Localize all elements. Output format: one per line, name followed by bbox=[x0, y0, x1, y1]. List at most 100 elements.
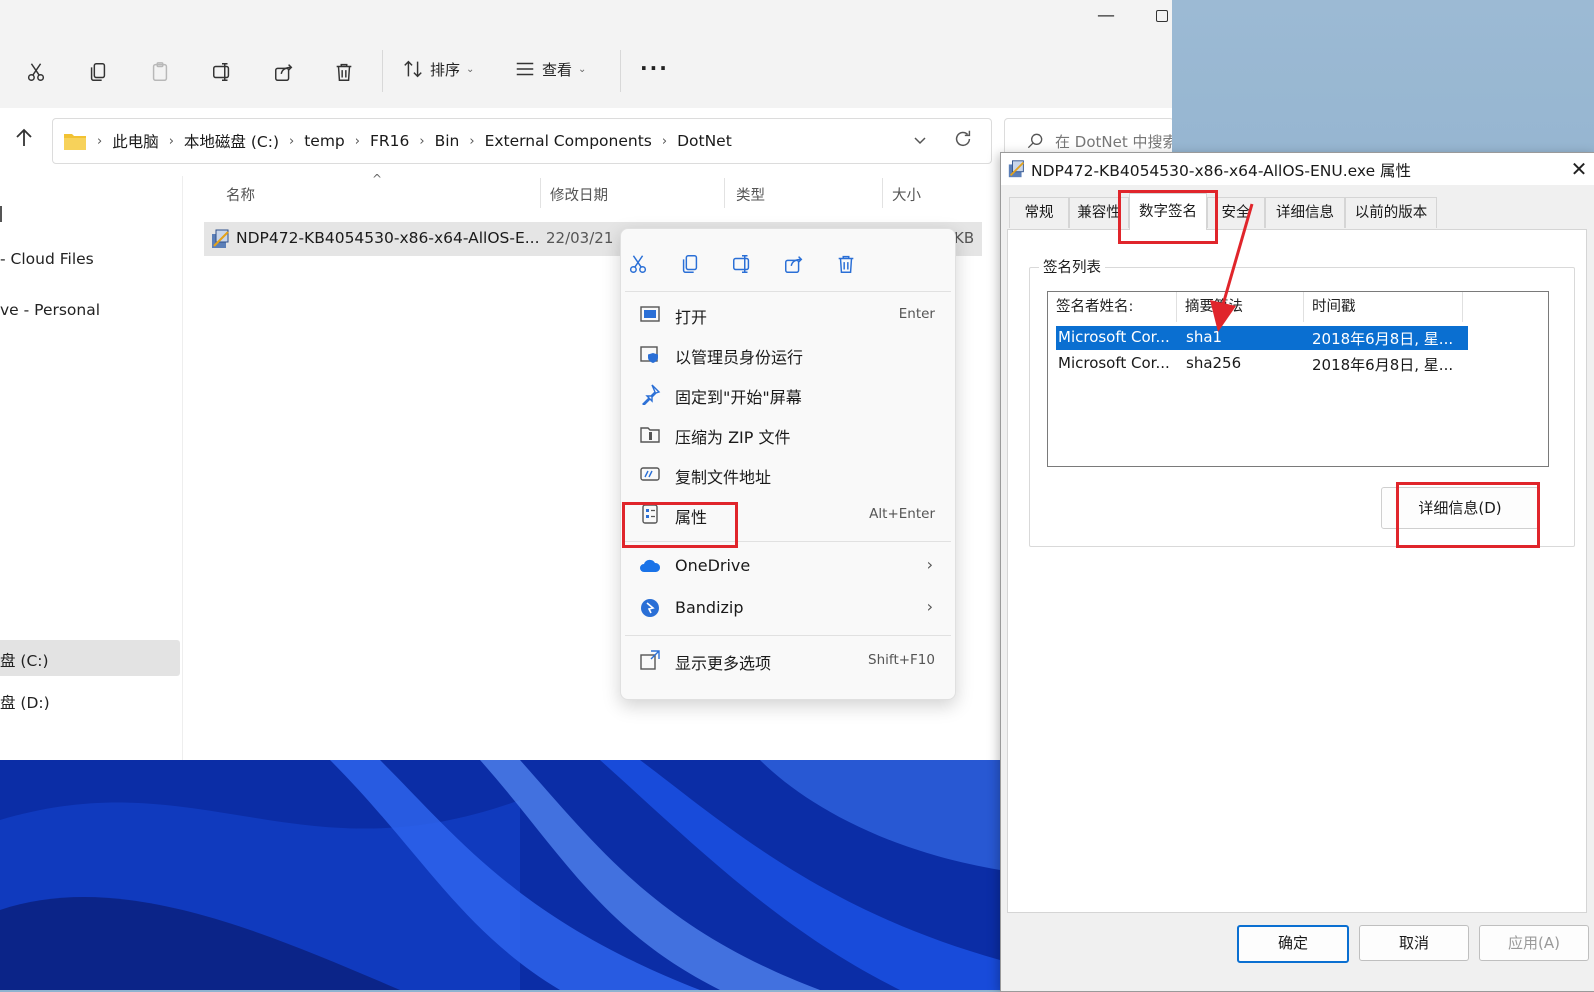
nav-item-onedrive-personal[interactable]: ve - Personal bbox=[0, 301, 100, 319]
delete-button[interactable] bbox=[326, 54, 362, 90]
menu-item-copy-path[interactable]: 复制文件地址 bbox=[621, 455, 955, 493]
breadcrumb-item[interactable]: DotNet bbox=[677, 132, 732, 150]
chevron-down-icon[interactable] bbox=[912, 132, 928, 148]
up-arrow-icon[interactable] bbox=[12, 126, 36, 150]
ok-button[interactable]: 确定 bbox=[1237, 925, 1349, 963]
menu-item-pin-to-start[interactable]: 固定到"开始"屏幕 bbox=[621, 375, 955, 413]
signature-row[interactable]: Microsoft Cor... sha1 2018年6月8日, 星... bbox=[1055, 325, 1469, 351]
column-header-date[interactable]: 修改日期 bbox=[550, 184, 608, 205]
breadcrumb-separator: › bbox=[661, 133, 668, 149]
folder-icon bbox=[64, 134, 86, 150]
breadcrumb-item[interactable]: 本地磁盘 (C:) bbox=[184, 130, 279, 152]
breadcrumb-item[interactable]: temp bbox=[304, 132, 345, 150]
copy-path-icon bbox=[640, 467, 660, 481]
cut-button[interactable] bbox=[18, 54, 54, 90]
paste-button[interactable] bbox=[142, 54, 178, 90]
view-button[interactable]: 查看 ⌄ bbox=[514, 58, 586, 80]
chevron-down-icon: ⌄ bbox=[466, 63, 475, 75]
menu-item-open[interactable]: 打开 Enter bbox=[621, 295, 955, 333]
breadcrumb-item[interactable]: External Components bbox=[485, 132, 652, 150]
minimize-button[interactable]: — bbox=[1092, 2, 1120, 30]
context-menu: 打开 Enter 以管理员身份运行 固定到"开始"屏幕 压缩为 ZIP 文件 复… bbox=[620, 228, 956, 700]
tab-previous-versions[interactable]: 以前的版本 bbox=[1345, 197, 1437, 228]
search-icon bbox=[1027, 133, 1043, 149]
installer-file-icon bbox=[1008, 160, 1025, 178]
copy-button[interactable] bbox=[80, 54, 116, 90]
breadcrumb-item[interactable]: FR16 bbox=[370, 132, 409, 150]
tab-compatibility[interactable]: 兼容性 bbox=[1069, 197, 1129, 228]
menu-item-label: Bandizip bbox=[675, 598, 744, 617]
nav-item-drive-c[interactable]: 盘 (C:) bbox=[0, 649, 49, 671]
ctx-share-button[interactable] bbox=[781, 251, 807, 277]
breadcrumb-separator: › bbox=[354, 133, 360, 149]
cancel-button[interactable]: 取消 bbox=[1359, 925, 1469, 961]
view-label: 查看 bbox=[542, 60, 573, 79]
rename-icon bbox=[213, 63, 230, 81]
column-header-type[interactable]: 类型 bbox=[736, 184, 765, 205]
breadcrumb-item[interactable]: 此电脑 bbox=[112, 130, 159, 152]
menu-item-onedrive[interactable]: OneDrive › bbox=[621, 547, 955, 585]
digest-algorithm: sha256 bbox=[1186, 354, 1242, 372]
share-icon bbox=[785, 256, 803, 273]
maximize-button[interactable] bbox=[1148, 2, 1172, 30]
column-header-name[interactable]: 名称 bbox=[226, 184, 255, 205]
menu-item-shortcut: Alt+Enter bbox=[869, 506, 935, 522]
signature-row[interactable]: Microsoft Cor... sha256 2018年6月8日, 星... bbox=[1056, 352, 1468, 376]
maximize-icon bbox=[1156, 10, 1168, 22]
shield-icon bbox=[640, 346, 658, 363]
file-explorer-window: — 排序 ⌄ 查看 ⌄ ··· › 此电脑 › 本地磁盘 (C:) › temp… bbox=[0, 0, 1172, 760]
menu-item-shortcut: Enter bbox=[898, 306, 935, 322]
ctx-delete-button[interactable] bbox=[833, 251, 859, 277]
trash-icon bbox=[838, 255, 854, 273]
signer-name: Microsoft Cor... bbox=[1058, 328, 1170, 346]
share-button[interactable] bbox=[266, 54, 302, 90]
menu-item-label: 显示更多选项 bbox=[675, 654, 772, 673]
ctx-copy-button[interactable] bbox=[677, 251, 703, 277]
menu-item-compress-zip[interactable]: 压缩为 ZIP 文件 bbox=[621, 415, 955, 453]
menu-divider bbox=[625, 541, 951, 542]
menu-item-bandizip[interactable]: Bandizip › bbox=[621, 589, 955, 627]
column-divider[interactable] bbox=[540, 178, 541, 208]
menu-item-run-as-admin[interactable]: 以管理员身份运行 bbox=[621, 335, 955, 373]
dialog-title: NDP472-KB4054530-x86-x64-AllOS-ENU.exe 属… bbox=[1031, 162, 1412, 180]
menu-item-show-more-options[interactable]: 显示更多选项 Shift+F10 bbox=[621, 641, 955, 679]
column-divider[interactable] bbox=[882, 178, 883, 208]
search-placeholder: 在 DotNet 中搜索 bbox=[1055, 133, 1172, 151]
column-divider[interactable] bbox=[724, 178, 725, 208]
desktop-wallpaper bbox=[0, 760, 1000, 990]
breadcrumb-separator: › bbox=[97, 133, 103, 149]
more-options-button[interactable]: ··· bbox=[640, 56, 669, 80]
tab-details[interactable]: 详细信息 bbox=[1265, 197, 1345, 228]
column-header-size[interactable]: 大小 bbox=[892, 184, 921, 205]
ctx-cut-button[interactable] bbox=[625, 251, 651, 277]
list-header-timestamp[interactable]: 时间戳 bbox=[1304, 292, 1463, 322]
rename-button[interactable] bbox=[204, 54, 240, 90]
tab-general[interactable]: 常规 bbox=[1009, 197, 1069, 228]
signature-list[interactable]: 签名者姓名: 摘要算法 时间戳 Microsoft Cor... sha1 20… bbox=[1047, 291, 1549, 467]
menu-item-label: 属性 bbox=[675, 508, 708, 527]
scissors-icon bbox=[27, 63, 45, 81]
ctx-rename-button[interactable] bbox=[729, 251, 755, 277]
timestamp: 2018年6月8日, 星... bbox=[1312, 356, 1454, 374]
breadcrumb-item[interactable]: Bin bbox=[435, 132, 460, 150]
address-bar[interactable]: › 此电脑 › 本地磁盘 (C:) › temp › FR16 › Bin › … bbox=[52, 118, 992, 164]
close-icon[interactable]: ✕ bbox=[1567, 157, 1591, 181]
sort-ascending-icon: ^ bbox=[372, 172, 383, 186]
bandizip-icon bbox=[641, 599, 659, 617]
details-button[interactable]: 详细信息(D) bbox=[1381, 487, 1539, 529]
list-header-signer[interactable]: 签名者姓名: bbox=[1048, 292, 1177, 322]
nav-item-drive-d[interactable]: 盘 (D:) bbox=[0, 691, 50, 713]
rename-icon bbox=[733, 255, 750, 273]
nav-item-cloud-files[interactable]: - Cloud Files bbox=[0, 250, 94, 268]
properties-icon bbox=[642, 504, 658, 524]
tab-digital-signatures[interactable]: 数字签名 bbox=[1129, 193, 1207, 230]
file-size: KB bbox=[954, 229, 975, 247]
signer-name: Microsoft Cor... bbox=[1058, 354, 1170, 372]
apply-button[interactable]: 应用(A) bbox=[1479, 925, 1589, 961]
menu-item-properties[interactable]: 属性 Alt+Enter bbox=[621, 495, 955, 533]
sort-button[interactable]: 排序 ⌄ bbox=[402, 58, 474, 80]
pin-icon bbox=[642, 384, 661, 405]
breadcrumb-separator: › bbox=[469, 133, 475, 149]
wallpaper-swirl bbox=[0, 760, 1000, 990]
refresh-icon[interactable] bbox=[952, 128, 974, 150]
